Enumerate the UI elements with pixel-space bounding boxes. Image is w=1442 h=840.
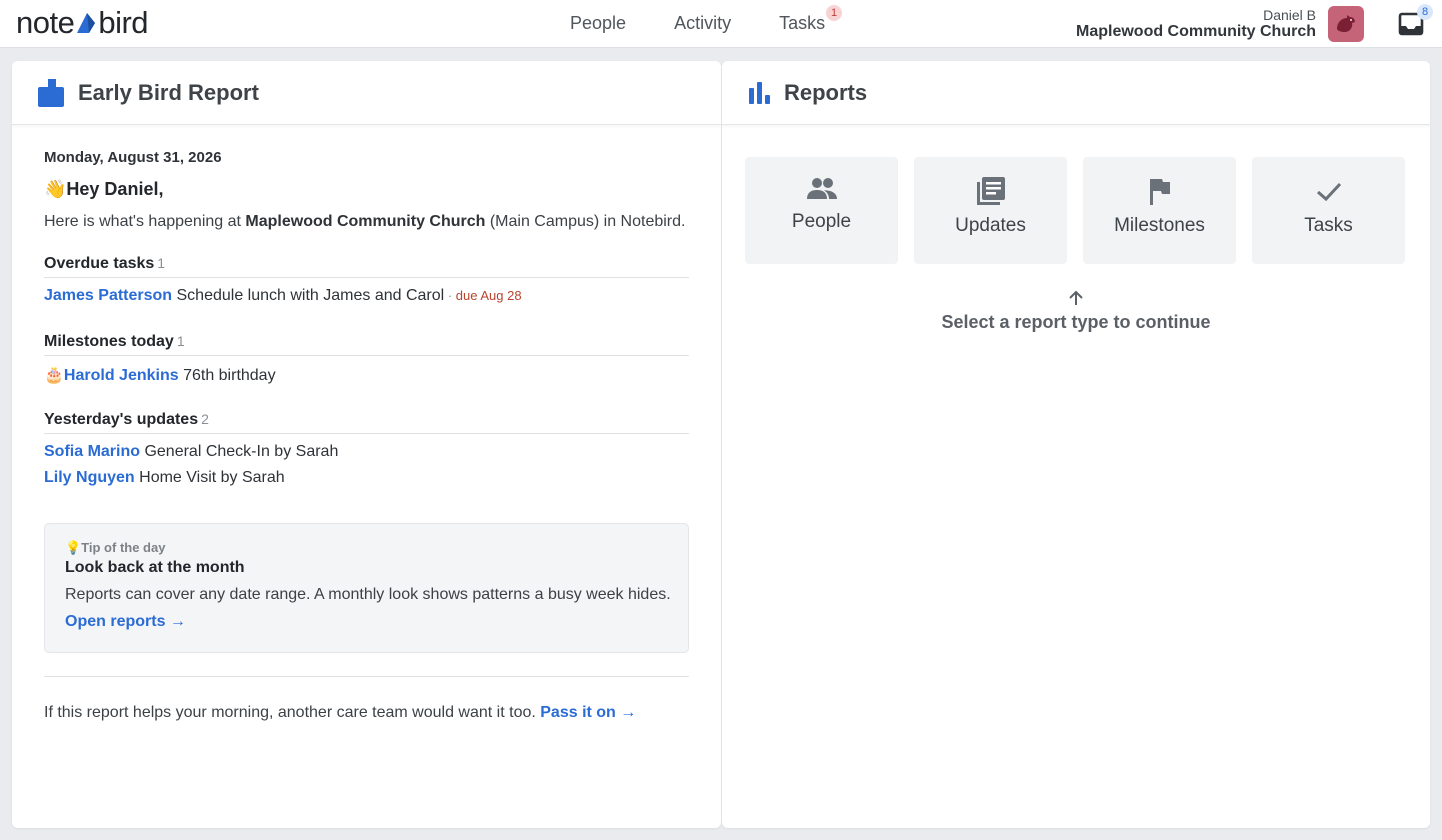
updates-icon [976,177,1005,205]
intro-post: (Main Campus) in Notebird. [485,213,686,230]
reports-panel: Reports People Updates Milestones Tasks … [722,61,1430,828]
inbox-count-badge: 8 [1417,4,1433,20]
tip-of-the-day: 💡Tip of the day Look back at the month R… [44,523,689,653]
list-item: Sofia Marino General Check-In by Sarah [44,443,689,461]
reports-title: Reports [784,79,868,105]
person-link[interactable]: Sofia Marino [44,443,140,460]
report-type-cards: People Updates Milestones Tasks [745,157,1421,264]
report-card-label: Tasks [1304,215,1353,236]
avatar[interactable] [1328,6,1364,42]
report-card-updates[interactable]: Updates [914,157,1067,264]
updates-count: 2 [201,411,209,427]
greeting: 👋Hey Daniel, [44,179,164,199]
mailbox-icon [38,78,64,107]
top-bar: note bird People Activity Tasks 1 Daniel… [0,0,1442,48]
person-link[interactable]: Harold Jenkins [64,367,179,384]
open-reports-link[interactable]: Open reports → [65,613,186,631]
updates-section: Yesterday's updates 2 Sofia Marino Genera… [44,411,689,487]
nav-activity-label: Activity [674,12,732,33]
report-card-people[interactable]: People [745,157,898,264]
nav-activity[interactable]: Activity [674,13,731,34]
check-icon [1316,182,1341,202]
tip-body: Reports can cover any date range. A mont… [65,586,671,603]
arrow-up-icon [1069,290,1083,305]
person-link[interactable]: Lily Nguyen [44,469,135,486]
divider [44,676,689,677]
nav-people-label: People [570,12,627,33]
bird-avatar-icon [1337,15,1355,32]
nav-people[interactable]: People [570,13,626,34]
due-date: due Aug 28 [455,288,522,303]
report-card-label: Milestones [1114,215,1205,236]
report-card-label: Updates [955,215,1026,236]
intro-org: Maplewood Community Church [245,213,486,230]
report-card-label: People [791,211,852,232]
cake-icon: 🎂 [44,367,64,384]
select-report-hint: Select a report type to continue [722,289,1430,333]
pass-it-on-link[interactable]: Pass it on → [540,704,636,721]
bird-logo-icon [77,13,96,33]
tasks-count-badge: 1 [826,4,843,21]
tip-title: Look back at the month [65,559,245,576]
early-bird-panel: Early Bird Report Monday, August 31, 202… [12,61,721,828]
list-item: 🎂Harold Jenkins 76th birthday [44,365,689,385]
updates-heading: Yesterday's updates 2 [44,411,689,434]
task-text: Schedule lunch with James and Carol [172,287,445,304]
nav-tasks-label: Tasks [779,12,826,33]
logo-text-left: note [16,5,75,40]
updates-heading-text: Yesterday's updates [44,411,199,428]
milestones-count: 1 [176,333,185,349]
update-text: General Check-In by Sarah [140,443,339,460]
early-bird-title: Early Bird Report [78,79,259,105]
overdue-heading-text: Overdue tasks [44,255,155,272]
bar-chart-icon [748,81,770,104]
person-link[interactable]: James Patterson [44,287,172,304]
notebird-logo[interactable]: note bird [16,5,149,40]
select-report-text: Select a report type to continue [941,312,1211,332]
overdue-count: 1 [157,255,166,271]
early-bird-header: Early Bird Report [12,61,721,125]
milestones-heading: Milestones today 1 [44,333,689,356]
intro-text: Here is what's happening at Maplewood Co… [44,213,685,231]
user-org: Maplewood Community Church [1076,23,1316,41]
intro-pre: Here is what's happening at [44,213,246,230]
footer-text: If this report helps your morning, anoth… [44,704,636,722]
user-name: Daniel B [1263,7,1316,23]
list-item: Lily Nguyen Home Visit by Sarah [44,469,689,487]
logo-text-right: bird [98,5,149,40]
overdue-heading: Overdue tasks 1 [44,255,689,278]
tip-label: 💡Tip of the day [65,540,166,555]
footer-message: If this report helps your morning, anoth… [44,704,541,721]
user-info[interactable]: Daniel B Maplewood Community Church [1076,7,1316,41]
milestone-text: 76th birthday [178,367,276,384]
overdue-section: Overdue tasks 1 James Patterson Schedule … [44,255,689,305]
update-text: Home Visit by Sarah [134,469,285,486]
report-card-milestones[interactable]: Milestones [1083,157,1236,264]
report-date: Monday, August 31, 2026 [44,149,222,166]
nav-tasks[interactable]: Tasks 1 [779,4,843,34]
list-item: James Patterson Schedule lunch with Jame… [44,287,689,305]
milestones-heading-text: Milestones today [44,333,174,350]
report-card-tasks[interactable]: Tasks [1252,157,1405,264]
main-nav: People Activity Tasks 1 [570,0,873,46]
separator: · [444,288,456,303]
milestones-section: Milestones today 1 🎂Harold Jenkins 76th b… [44,333,689,385]
flag-icon [1149,179,1170,205]
people-icon [806,178,837,199]
reports-header: Reports [722,61,1430,125]
